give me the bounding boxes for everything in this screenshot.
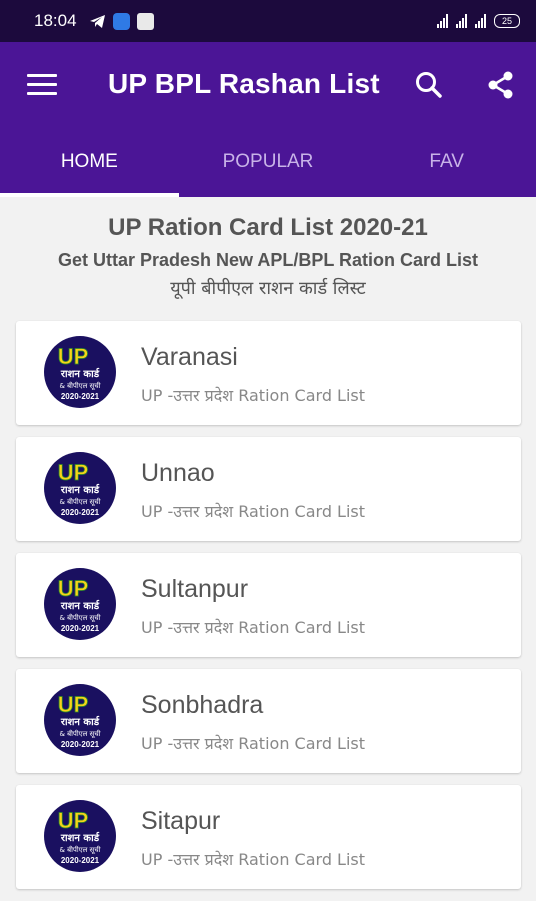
status-bar: 18:04 25 (0, 0, 536, 42)
district-list: UP राशन कार्ड & बीपीएल सूची 2020-2021 Varana… (16, 321, 521, 901)
ration-card-logo-icon: UPराशन कार्ड& बीपीएल सूची 2020-2021 (44, 452, 116, 524)
signal-icon-3 (475, 14, 486, 28)
logo-year-text: 2020-2021 (61, 508, 100, 517)
page-subtitle: Get Uttar Pradesh New APL/BPL Ration Car… (57, 250, 479, 270)
battery-icon: 25 (494, 14, 520, 28)
logo-line1-text: राशन कार्ड (60, 715, 100, 728)
logo-up-text: UP (58, 576, 89, 601)
share-button[interactable] (484, 68, 518, 102)
district-subtitle: UP -उत्तर प्रदेश Ration Card List (141, 618, 366, 637)
logo-up-text: UP (58, 344, 89, 369)
district-subtitle: UP -उत्तर प्रदेश Ration Card List (141, 850, 366, 869)
district-subtitle: UP -उत्तर प्रदेश Ration Card List (141, 386, 366, 405)
logo-line1-text: राशन कार्ड (60, 483, 100, 496)
ration-card-logo-icon: UPराशन कार्ड& बीपीएल सूची 2020-2021 (44, 336, 116, 408)
logo-line1-text: राशन कार्ड (60, 599, 100, 612)
district-name: Sultanpur (141, 575, 249, 603)
district-subtitle: UP -उत्तर प्रदेश Ration Card List (141, 502, 366, 521)
ration-card-logo-icon: UPराशन कार्ड& बीपीएल सूची 2020-2021 (44, 684, 116, 756)
gallery-app-icon (136, 12, 154, 30)
page-header: UP Ration Card List 2020-21 Get Uttar Pr… (0, 210, 536, 304)
system-icons: 25 (437, 14, 520, 28)
page-subtitle-hindi: यूपी बीपीएल राशन कार्ड लिस्ट (170, 278, 366, 299)
district-card[interactable]: UP राशन कार्ड & बीपीएल सूची 2020-2021 Sultan… (16, 553, 521, 657)
district-name: Varanasi (141, 343, 238, 371)
logo-line2-text: & बीपीएल सूची (59, 729, 100, 738)
menu-icon-bar (27, 74, 57, 77)
logo-line2-text: & बीपीएल सूची (59, 845, 100, 854)
district-card[interactable]: UP राशन कार्ड & बीपीएल सूची 2020-2021 Unnao U… (16, 437, 521, 541)
logo-year-text: 2020-2021 (61, 624, 100, 633)
district-card[interactable]: UP राशन कार्ड & बीपीएल सूची 2020-2021 Sitapu… (16, 785, 521, 889)
signal-icon-2 (456, 14, 467, 28)
share-icon (488, 71, 513, 99)
telegram-icon (89, 14, 105, 28)
logo-line1-text: राशन कार्ड (60, 831, 100, 844)
district-card[interactable]: UP राशन कार्ड & बीपीएल सूची 2020-2021 Sonbha… (16, 669, 521, 773)
logo-year-text: 2020-2021 (61, 740, 100, 749)
logo-line2-text: & बीपीएल सूची (59, 613, 100, 622)
logo-up-text: UP (58, 692, 89, 717)
app-title: UP BPL Rashan List (108, 68, 380, 99)
logo-line2-text: & बीपीएल सूची (59, 497, 100, 506)
ration-card-logo-icon: UPराशन कार्ड& बीपीएल सूची 2020-2021 (44, 568, 116, 640)
district-name: Unnao (141, 459, 215, 487)
page-title: UP Ration Card List 2020-21 (108, 214, 428, 241)
menu-icon-bar (27, 83, 57, 86)
logo-year-text: 2020-2021 (61, 392, 100, 401)
app-bar: UP BPL Rashan List HOME POPULAR FAV (0, 42, 536, 197)
search-button[interactable] (412, 68, 446, 102)
menu-icon-bar (27, 92, 57, 95)
search-icon (416, 72, 442, 98)
signal-icon (437, 14, 448, 28)
logo-up-text: UP (58, 808, 89, 833)
logo-line2-text: & बीपीएल सूची (59, 381, 100, 390)
logo-year-text: 2020-2021 (61, 856, 100, 865)
district-name: Sonbhadra (141, 691, 264, 719)
notification-icons (89, 12, 154, 30)
status-time: 18:04 (34, 11, 77, 30)
menu-button[interactable] (27, 74, 57, 96)
district-subtitle: UP -उत्तर प्रदेश Ration Card List (141, 734, 366, 753)
logo-line1-text: राशन कार्ड (60, 367, 100, 380)
tab-home[interactable]: HOME (0, 142, 179, 197)
tab-popular[interactable]: POPULAR (179, 142, 358, 197)
cloud-app-icon (112, 12, 130, 30)
district-name: Sitapur (141, 807, 221, 835)
tab-fav[interactable]: FAV (357, 142, 536, 197)
district-card[interactable]: UP राशन कार्ड & बीपीएल सूची 2020-2021 Varana… (16, 321, 521, 425)
ration-card-logo-icon: UPराशन कार्ड& बीपीएल सूची 2020-2021 (44, 800, 116, 872)
tab-bar: HOME POPULAR FAV (0, 142, 536, 197)
logo-up-text: UP (58, 460, 89, 485)
